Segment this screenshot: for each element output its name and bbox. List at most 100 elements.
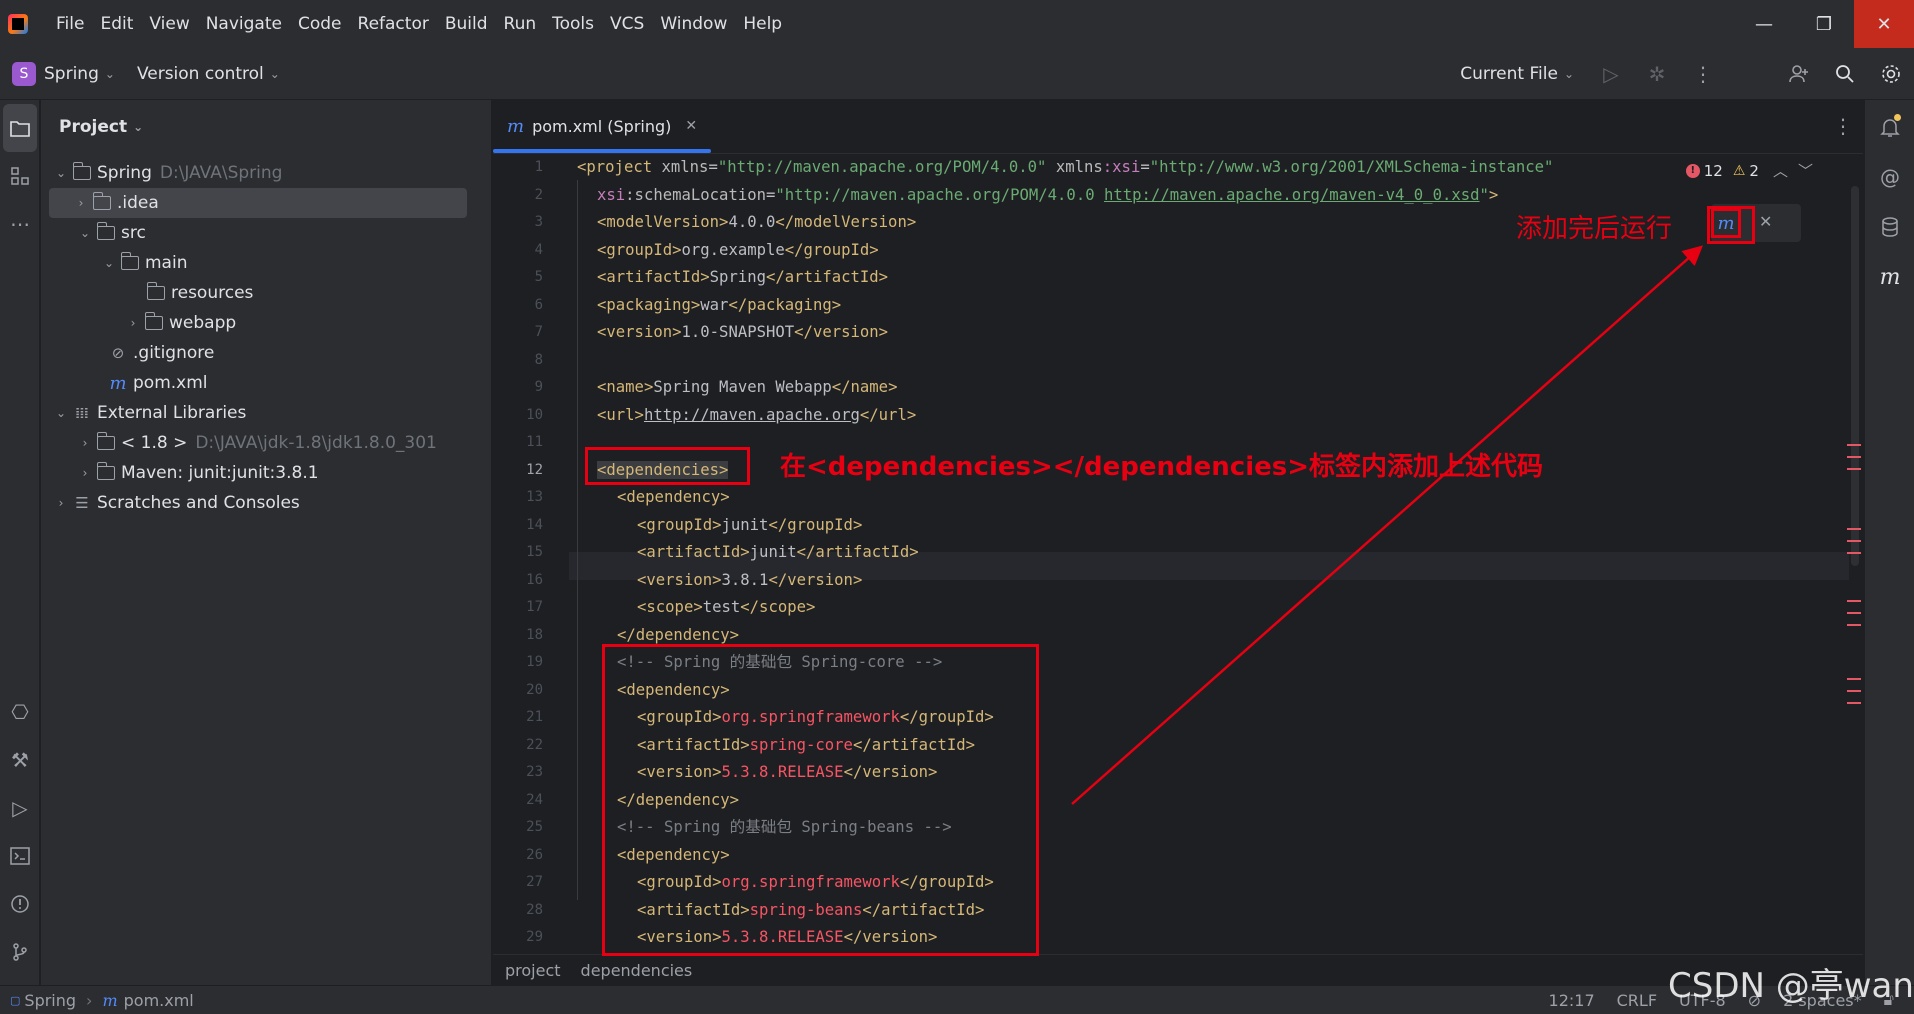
- line-number: 14: [526, 516, 543, 533]
- tab-options-icon[interactable]: ⋮: [1833, 114, 1853, 138]
- error-stripe-mark[interactable]: [1847, 678, 1861, 704]
- more-tools-icon[interactable]: ⋯: [0, 200, 40, 248]
- line-separator[interactable]: CRLF: [1617, 991, 1657, 1010]
- services-icon[interactable]: ⎔: [0, 688, 40, 736]
- database-icon[interactable]: [1865, 202, 1914, 252]
- chevron-right-icon[interactable]: ›: [123, 316, 143, 330]
- project-panel-header[interactable]: Project ⌄: [41, 100, 491, 154]
- terminal-icon[interactable]: [0, 832, 40, 880]
- restore-button[interactable]: ❐: [1794, 0, 1854, 48]
- more-vertical-icon[interactable]: ⋮: [1680, 48, 1726, 100]
- status-project[interactable]: Spring: [24, 991, 76, 1010]
- chevron-expanded-icon[interactable]: ⌄: [99, 256, 119, 270]
- structure-icon[interactable]: [0, 152, 40, 200]
- run-config-selector[interactable]: Current File ⌄: [1460, 64, 1574, 84]
- notifications-bell-icon[interactable]: [1865, 102, 1914, 152]
- menu-code[interactable]: Code: [290, 0, 350, 48]
- menu-view[interactable]: View: [141, 0, 197, 48]
- prev-problem-icon[interactable]: ︿: [1773, 160, 1788, 181]
- annotation-dependencies-note: 在<dependencies></dependencies>标签内添加上述代码: [780, 452, 1544, 482]
- chevron-right-icon[interactable]: ›: [75, 466, 95, 480]
- tab-pom-xml[interactable]: m pom.xml (Spring) ✕: [493, 99, 712, 153]
- add-user-icon[interactable]: [1776, 48, 1822, 100]
- build-hammer-icon[interactable]: ⚒: [0, 736, 40, 784]
- git-branch-icon[interactable]: [0, 928, 40, 976]
- status-file[interactable]: pom.xml: [124, 991, 194, 1010]
- tree-item-idea[interactable]: › .idea: [49, 188, 467, 218]
- tree-item-jdk[interactable]: › < 1.8 > D:\JAVA\jdk-1.8\jdk1.8.0_301: [75, 428, 437, 458]
- code-line-16: <version>3.8.1</version>: [637, 570, 863, 589]
- tree-item-pom[interactable]: m pom.xml: [107, 368, 207, 398]
- error-stripe-mark[interactable]: [1847, 528, 1861, 554]
- menu-refactor[interactable]: Refactor: [350, 0, 437, 48]
- ai-assistant-icon[interactable]: @: [1865, 152, 1914, 202]
- chevron-right-icon[interactable]: ›: [71, 196, 91, 210]
- scratches-icon: ☰: [75, 494, 89, 512]
- line-number: 8: [534, 351, 543, 368]
- tree-item-gitignore[interactable]: ⊘ .gitignore: [107, 338, 215, 368]
- chevron-down-icon: ⌄: [133, 120, 144, 134]
- project-folder-icon[interactable]: [3, 104, 37, 152]
- tree-item-maven-junit[interactable]: › Maven: junit:junit:3.8.1: [75, 458, 319, 488]
- breadcrumb-item[interactable]: project: [505, 961, 561, 980]
- editor-scrollbar[interactable]: [1851, 186, 1859, 566]
- menu-run[interactable]: Run: [496, 0, 545, 48]
- run-panel-icon[interactable]: ▷: [0, 784, 40, 832]
- annotation-box-dependencies: [585, 447, 750, 485]
- run-icon[interactable]: ▷: [1588, 48, 1634, 100]
- inspection-widget[interactable]: ! 12 ⚠ 2 ︿ ﹀: [1685, 160, 1813, 181]
- maven-tool-icon[interactable]: m: [1865, 252, 1914, 302]
- error-stripe-mark[interactable]: [1847, 600, 1861, 626]
- caret-position[interactable]: 12:17: [1549, 991, 1595, 1010]
- menu-help[interactable]: Help: [735, 0, 790, 48]
- line-number: 19: [526, 654, 543, 670]
- error-stripe-mark[interactable]: [1847, 444, 1861, 470]
- menu-navigate[interactable]: Navigate: [198, 0, 290, 48]
- breadcrumb-item[interactable]: dependencies: [581, 961, 693, 980]
- folder-icon: [91, 192, 113, 213]
- search-icon[interactable]: [1822, 48, 1868, 100]
- annotation-box-maven-reload: [1707, 206, 1755, 244]
- chevron-right-icon[interactable]: ›: [75, 436, 95, 450]
- line-number: 29: [526, 929, 543, 945]
- tree-item-main[interactable]: ⌄ main: [99, 248, 187, 278]
- menu-build[interactable]: Build: [437, 0, 496, 48]
- menu-edit[interactable]: Edit: [92, 0, 141, 48]
- tree-item-src[interactable]: ⌄ src: [75, 218, 146, 248]
- close-tab-icon[interactable]: ✕: [685, 118, 697, 134]
- jdk-folder-icon: [95, 432, 117, 453]
- version-control-selector[interactable]: Version control ⌄: [137, 64, 280, 84]
- tree-item-webapp[interactable]: › webapp: [123, 308, 236, 338]
- close-window-button[interactable]: ✕: [1854, 0, 1914, 48]
- chevron-expanded-icon[interactable]: ⌄: [51, 406, 71, 420]
- problems-icon[interactable]: [0, 880, 40, 928]
- menu-vcs[interactable]: VCS: [602, 0, 652, 48]
- debug-icon[interactable]: ✲: [1634, 48, 1680, 100]
- left-tool-stripe: ⋯ ⎔ ⚒ ▷: [0, 100, 40, 985]
- menu-file[interactable]: File: [48, 0, 92, 48]
- line-number: 3: [534, 214, 543, 230]
- intellij-logo-icon[interactable]: [0, 0, 36, 48]
- tree-item-spring[interactable]: ⌄ Spring D:\JAVA\Spring: [51, 158, 282, 188]
- code-line-10: <url>http://maven.apache.org</url>: [597, 405, 917, 424]
- module-icon: ▢: [10, 993, 21, 1007]
- next-problem-icon[interactable]: ﹀: [1798, 160, 1813, 181]
- tree-item-external-libraries[interactable]: ⌄ 𝍖 External Libraries: [51, 398, 246, 428]
- chevron-right-icon[interactable]: ›: [51, 496, 71, 510]
- close-popup-icon[interactable]: ✕: [1759, 212, 1772, 231]
- chevron-expanded-icon[interactable]: ⌄: [51, 166, 71, 180]
- line-number: 25: [526, 819, 543, 835]
- project-selector[interactable]: S Spring ⌄: [12, 61, 115, 86]
- minimize-button[interactable]: —: [1734, 0, 1794, 48]
- line-number: 5: [534, 269, 543, 285]
- menu-window[interactable]: Window: [652, 0, 735, 48]
- menu-tools[interactable]: Tools: [544, 0, 602, 48]
- code-line-1: <project xmlns="http://maven.apache.org/…: [577, 158, 1554, 176]
- settings-gear-icon[interactable]: [1868, 48, 1914, 100]
- tree-item-resources[interactable]: resources: [145, 278, 253, 308]
- project-tool-window: Project ⌄ ⌄ Spring D:\JAVA\Spring › .ide…: [41, 100, 492, 985]
- line-number: 26: [526, 846, 543, 863]
- chevron-expanded-icon[interactable]: ⌄: [75, 226, 95, 240]
- line-number: 18: [526, 626, 543, 643]
- tree-item-scratches[interactable]: › ☰ Scratches and Consoles: [51, 488, 300, 518]
